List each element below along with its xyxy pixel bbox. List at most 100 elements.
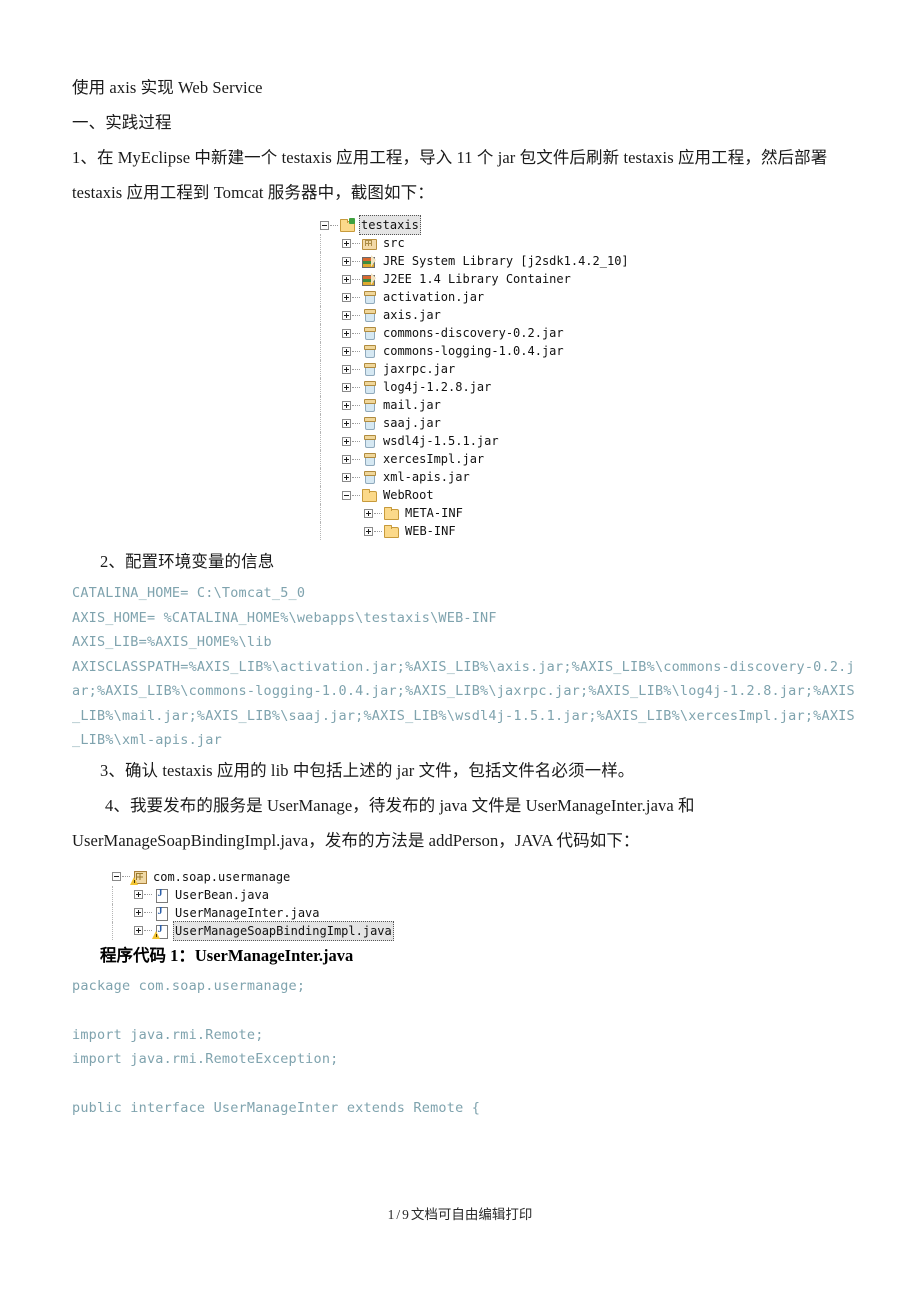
tree-row[interactable]: J2EE 1.4 Library Container	[320, 270, 858, 288]
java-code-package-line: package com.soap.usermanage;	[72, 977, 306, 994]
tree-connector	[352, 404, 360, 406]
tree-item-label[interactable]: UserManageInter.java	[173, 904, 322, 922]
java-file-icon	[152, 923, 169, 939]
tree-item-label[interactable]: UserManageSoapBindingImpl.java	[173, 920, 394, 941]
tree-row[interactable]: JRE System Library [j2sdk1.4.2_10]	[320, 252, 858, 270]
footer-page-current: 1	[387, 1207, 395, 1222]
tree-row[interactable]: wsdl4j-1.5.1.jar	[320, 432, 858, 450]
tree-row[interactable]: WebRoot	[320, 486, 858, 504]
expand-plus-icon[interactable]	[342, 346, 351, 356]
collapse-minus-icon[interactable]	[112, 872, 121, 881]
footer-note: 文档可自由编辑打印	[410, 1207, 533, 1222]
tree-connector	[352, 314, 360, 316]
tree-item-label[interactable]: axis.jar	[381, 306, 443, 324]
jar-icon	[361, 308, 377, 323]
expand-plus-icon[interactable]	[342, 436, 351, 446]
expand-plus-icon[interactable]	[342, 454, 351, 464]
tree-connector	[352, 440, 360, 442]
expand-plus-icon[interactable]	[342, 292, 351, 302]
tree-item-label[interactable]: activation.jar	[381, 288, 486, 306]
tree-indent-guide	[112, 885, 134, 904]
expand-plus-icon[interactable]	[342, 238, 351, 248]
tree-item-label[interactable]: WebRoot	[381, 486, 436, 504]
jar-icon	[361, 452, 377, 467]
package-icon	[130, 869, 147, 885]
expand-plus-icon[interactable]	[134, 890, 143, 899]
expand-plus-icon[interactable]	[342, 274, 351, 284]
tree-item-label[interactable]: J2EE 1.4 Library Container	[381, 270, 573, 288]
tree-connector	[352, 458, 360, 460]
tree-item-label[interactable]: src	[381, 234, 407, 252]
expand-plus-icon[interactable]	[364, 526, 373, 536]
expand-plus-icon[interactable]	[342, 328, 351, 338]
tree-row[interactable]: testaxis	[320, 215, 858, 235]
expand-plus-icon[interactable]	[342, 472, 351, 482]
folder-icon	[383, 524, 399, 539]
tree-connector	[352, 332, 360, 334]
tree-row[interactable]: activation.jar	[320, 288, 858, 306]
tree-item-label[interactable]: jaxrpc.jar	[381, 360, 457, 378]
tree-item-label[interactable]: log4j-1.2.8.jar	[381, 378, 493, 396]
tree-connector	[144, 894, 152, 895]
tree-item-label[interactable]: commons-logging-1.0.4.jar	[381, 342, 566, 360]
tree-row[interactable]: commons-logging-1.0.4.jar	[320, 342, 858, 360]
expand-plus-icon[interactable]	[342, 382, 351, 392]
tree-row[interactable]: xercesImpl.jar	[320, 450, 858, 468]
tree-connector	[352, 242, 360, 244]
tree-item-label[interactable]: mail.jar	[381, 396, 443, 414]
library-icon	[361, 272, 377, 287]
tree-item-label[interactable]: commons-discovery-0.2.jar	[381, 324, 566, 342]
tree-row[interactable]: axis.jar	[320, 306, 858, 324]
collapse-minus-icon[interactable]	[320, 220, 329, 230]
tree-item-label[interactable]: UserBean.java	[173, 886, 271, 904]
tree-item-label[interactable]: xercesImpl.jar	[381, 450, 486, 468]
tree-row[interactable]: mail.jar	[320, 396, 858, 414]
tree-indent-guide	[320, 306, 342, 324]
tree-connector	[352, 422, 360, 424]
tree-row[interactable]: saaj.jar	[320, 414, 858, 432]
collapse-minus-icon[interactable]	[342, 490, 351, 500]
tree-indent-guide	[320, 342, 342, 360]
expand-plus-icon[interactable]	[134, 908, 143, 917]
tree-row[interactable]: UserManageInter.java	[112, 903, 858, 922]
tree-item-label[interactable]: wsdl4j-1.5.1.jar	[381, 432, 501, 450]
tree-row[interactable]: log4j-1.2.8.jar	[320, 378, 858, 396]
expand-plus-icon[interactable]	[342, 364, 351, 374]
tree-item-label[interactable]: xml-apis.jar	[381, 468, 472, 486]
tree-row[interactable]: com.soap.usermanage	[112, 868, 858, 886]
tree-row[interactable]: UserBean.java	[112, 885, 858, 904]
expand-plus-icon[interactable]	[342, 256, 351, 266]
paragraph-step-3: 3、确认 testaxis 应用的 lib 中包括上述的 jar 文件，包括文件…	[100, 760, 635, 780]
tree-item-label[interactable]: JRE System Library [j2sdk1.4.2_10]	[381, 252, 631, 270]
java-code-interface-declaration: public interface UserManageInter extends…	[72, 1100, 481, 1116]
tree-connector	[352, 350, 360, 352]
expand-plus-icon[interactable]	[364, 508, 373, 518]
tree-row[interactable]: src	[320, 234, 858, 252]
tree-row[interactable]: WEB-INF	[320, 522, 858, 540]
tree-row[interactable]: jaxrpc.jar	[320, 360, 858, 378]
tree-item-label[interactable]: testaxis	[359, 215, 421, 235]
expand-plus-icon[interactable]	[342, 400, 351, 410]
tree-item-label[interactable]: saaj.jar	[381, 414, 443, 432]
page-footer: 1/9 文档可自由编辑打印	[0, 1203, 920, 1223]
expand-plus-icon[interactable]	[342, 418, 351, 428]
tree-item-label[interactable]: com.soap.usermanage	[151, 868, 292, 886]
paragraph-step-4: 4、我要发布的服务是 UserManage，待发布的 java 文件是 User…	[72, 795, 695, 850]
tree-row[interactable]: META-INF	[320, 504, 858, 522]
tree-row[interactable]: UserManageSoapBindingImpl.java	[112, 920, 858, 941]
tree-indent-guide	[320, 378, 342, 396]
expand-plus-icon[interactable]	[342, 310, 351, 320]
tree-indent-guide	[320, 288, 342, 306]
project-explorer-tree: testaxis src JRE System Library [j2sdk1.4.…	[320, 215, 858, 540]
tree-row[interactable]: xml-apis.jar	[320, 468, 858, 486]
paragraph-step-1: 1、在 MyEclipse 中新建一个 testaxis 应用工程，导入 11 …	[72, 148, 828, 202]
tree-indent-guide	[320, 450, 342, 468]
jar-icon	[361, 326, 377, 341]
tree-item-label[interactable]: META-INF	[403, 504, 465, 522]
tree-connector	[352, 260, 360, 262]
tree-item-label[interactable]: WEB-INF	[403, 522, 458, 540]
tree-row[interactable]: commons-discovery-0.2.jar	[320, 324, 858, 342]
jar-icon	[361, 290, 377, 305]
expand-plus-icon[interactable]	[134, 926, 143, 935]
